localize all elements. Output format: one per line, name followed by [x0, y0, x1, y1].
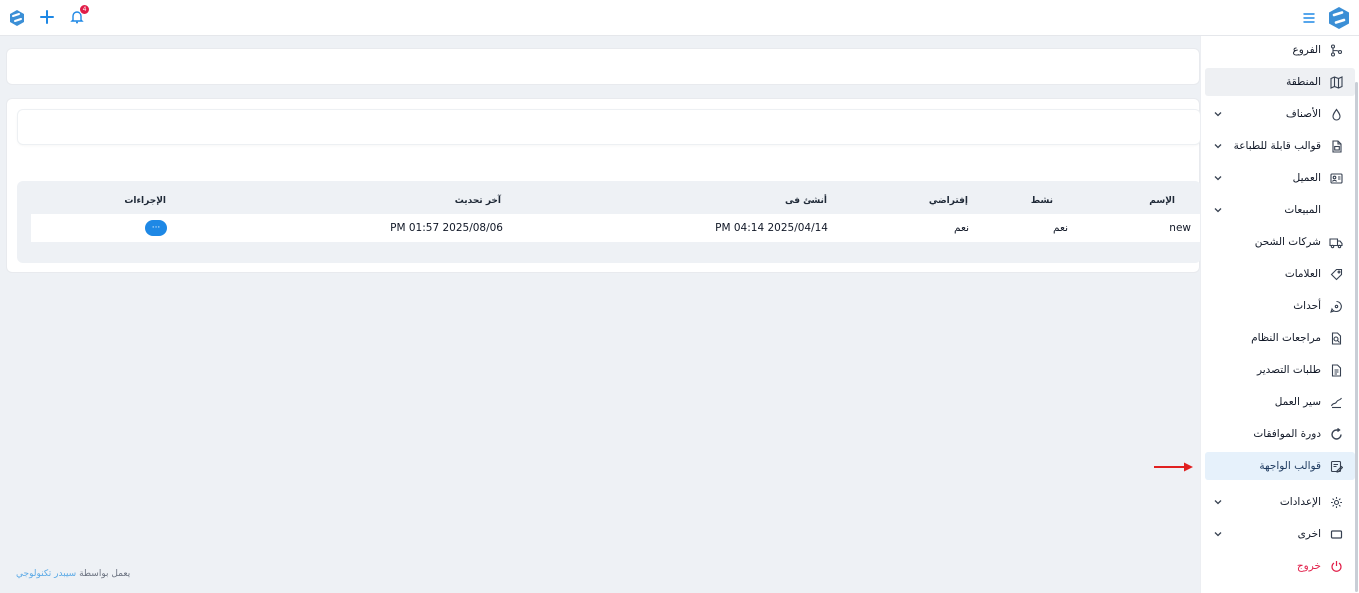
cell-updated-at: PM 01:57 2025/08/06 — [390, 222, 503, 234]
sidebar-item-logout[interactable]: خروج — [1205, 552, 1355, 580]
row-actions-button[interactable]: ··· — [145, 220, 167, 236]
sidebar-item-events[interactable]: أحداث — [1205, 292, 1355, 320]
print-file-icon — [1329, 139, 1343, 153]
column-header-actions: الإجراءات — [124, 196, 166, 206]
column-header-name[interactable]: الإسم — [1149, 196, 1175, 206]
chevron-down-icon — [1213, 205, 1223, 215]
workflow-icon — [1329, 395, 1343, 409]
template-edit-icon — [1329, 459, 1343, 473]
footer-powered-by: يعمل بواسطة — [79, 569, 131, 579]
cell-default: نعم — [954, 222, 969, 234]
event-icon — [1329, 299, 1343, 313]
sidebar-item-label: الأصناف — [1285, 108, 1321, 120]
sidebar-scrollbar[interactable] — [1355, 82, 1358, 592]
sidebar-item-shipping-companies[interactable]: شركات الشحن — [1205, 228, 1355, 256]
drop-icon — [1329, 107, 1343, 121]
column-header-updated-at[interactable]: آخر تحديث — [455, 196, 501, 206]
cell-active: نعم — [1053, 222, 1068, 234]
column-header-default[interactable]: إفتراضي — [929, 196, 968, 206]
sidebar-item-workflow[interactable]: سير العمل — [1205, 388, 1355, 416]
app-logo-icon — [1327, 6, 1351, 33]
sidebar-item-categories[interactable]: الأصناف — [1205, 100, 1355, 128]
sidebar-item-region[interactable]: المنطقة — [1205, 68, 1355, 96]
content-card: الإسم نشط إفتراضي أنشئ فى آخر تحديث الإج… — [6, 98, 1201, 273]
sidebar-item-label: طلبات التصدير — [1256, 364, 1321, 376]
sidebar-item-approval-cycle[interactable]: دورة الموافقات — [1205, 420, 1355, 448]
tag-icon — [1329, 267, 1343, 281]
sidebar-item-label: اخرى — [1297, 528, 1321, 540]
sidebar-item-label: العميل — [1292, 172, 1321, 184]
currency-icon: $€ — [1329, 203, 1343, 217]
sidebar-item-label: العلامات — [1284, 268, 1321, 280]
filter-card — [6, 48, 1200, 85]
gear-icon — [1329, 495, 1343, 509]
chevron-down-icon — [1213, 497, 1223, 507]
sidebar: الفروع المنطقة الأصناف قوالب قابلة للطبا… — [1200, 36, 1359, 593]
annotation-arrow-icon — [1154, 462, 1193, 472]
hamburger-icon[interactable] — [1303, 13, 1315, 26]
truck-icon — [1329, 235, 1343, 249]
sidebar-item-export-requests[interactable]: طلبات التصدير — [1205, 356, 1355, 384]
sidebar-item-label: قوالب قابلة للطباعة — [1233, 140, 1321, 152]
plus-icon — [39, 9, 55, 28]
sidebar-item-label: قوالب الواجهة — [1259, 460, 1321, 472]
topbar-brand — [1303, 6, 1351, 33]
sidebar-item-customer[interactable]: العميل — [1205, 164, 1355, 192]
footer-brand-link[interactable]: سيبدر تكنولوجي — [16, 569, 76, 579]
chevron-down-icon — [1213, 529, 1223, 539]
sidebar-item-tags[interactable]: العلامات — [1205, 260, 1355, 288]
data-table: الإسم نشط إفتراضي أنشئ فى آخر تحديث الإج… — [17, 181, 1201, 263]
sidebar-item-settings[interactable]: الإعدادات — [1205, 488, 1355, 516]
sidebar-item-label: المبيعات — [1284, 204, 1321, 216]
customer-icon — [1329, 171, 1343, 185]
sidebar-item-label: خروج — [1296, 560, 1321, 572]
refresh-icon — [1329, 427, 1343, 441]
sidebar-item-branches[interactable]: الفروع — [1205, 36, 1355, 64]
chevron-down-icon — [1213, 173, 1223, 183]
chevron-down-icon — [1213, 109, 1223, 119]
footer-credit: يعمل بواسطة سيبدر تكنولوجي — [16, 569, 130, 579]
audit-icon — [1329, 331, 1343, 345]
power-icon — [1329, 559, 1343, 573]
notification-count-badge: 4 — [79, 4, 90, 15]
sidebar-item-other[interactable]: اخرى — [1205, 520, 1355, 548]
topbar-actions: 4 — [6, 4, 90, 29]
sidebar-item-label: الفروع — [1292, 44, 1321, 56]
column-header-active[interactable]: نشط — [1031, 196, 1053, 206]
rectangle-icon — [1329, 527, 1343, 541]
branches-icon — [1329, 43, 1343, 57]
sidebar-item-label: شركات الشحن — [1254, 236, 1321, 248]
sidebar-item-label: مراجعات النظام — [1251, 332, 1321, 344]
cell-name: new — [1169, 222, 1191, 234]
app-logo-icon[interactable] — [6, 7, 28, 29]
sidebar-item-label: الإعدادات — [1279, 496, 1321, 508]
table-row[interactable]: new نعم نعم PM 04:14 2025/04/14 PM 01:57… — [31, 214, 1201, 242]
export-icon — [1329, 363, 1343, 377]
sidebar-item-label: سير العمل — [1274, 396, 1321, 408]
sidebar-item-label: دورة الموافقات — [1253, 428, 1321, 440]
add-button[interactable] — [36, 7, 58, 29]
sidebar-item-sales[interactable]: $€ المبيعات — [1205, 196, 1355, 224]
sidebar-item-interface-templates[interactable]: قوالب الواجهة — [1205, 452, 1355, 480]
sidebar-item-label: أحداث — [1293, 300, 1321, 312]
chevron-down-icon — [1213, 141, 1223, 151]
map-icon — [1329, 75, 1343, 89]
top-bar: 4 — [0, 0, 1359, 36]
cell-created-at: PM 04:14 2025/04/14 — [715, 222, 828, 234]
search-bar[interactable] — [17, 109, 1201, 145]
notifications-button[interactable]: 4 — [66, 4, 90, 29]
column-header-created-at[interactable]: أنشئ فى — [785, 196, 827, 206]
sidebar-item-label: المنطقة — [1286, 76, 1321, 88]
sidebar-item-system-audits[interactable]: مراجعات النظام — [1205, 324, 1355, 352]
sidebar-item-print-templates[interactable]: قوالب قابلة للطباعة — [1205, 132, 1355, 160]
